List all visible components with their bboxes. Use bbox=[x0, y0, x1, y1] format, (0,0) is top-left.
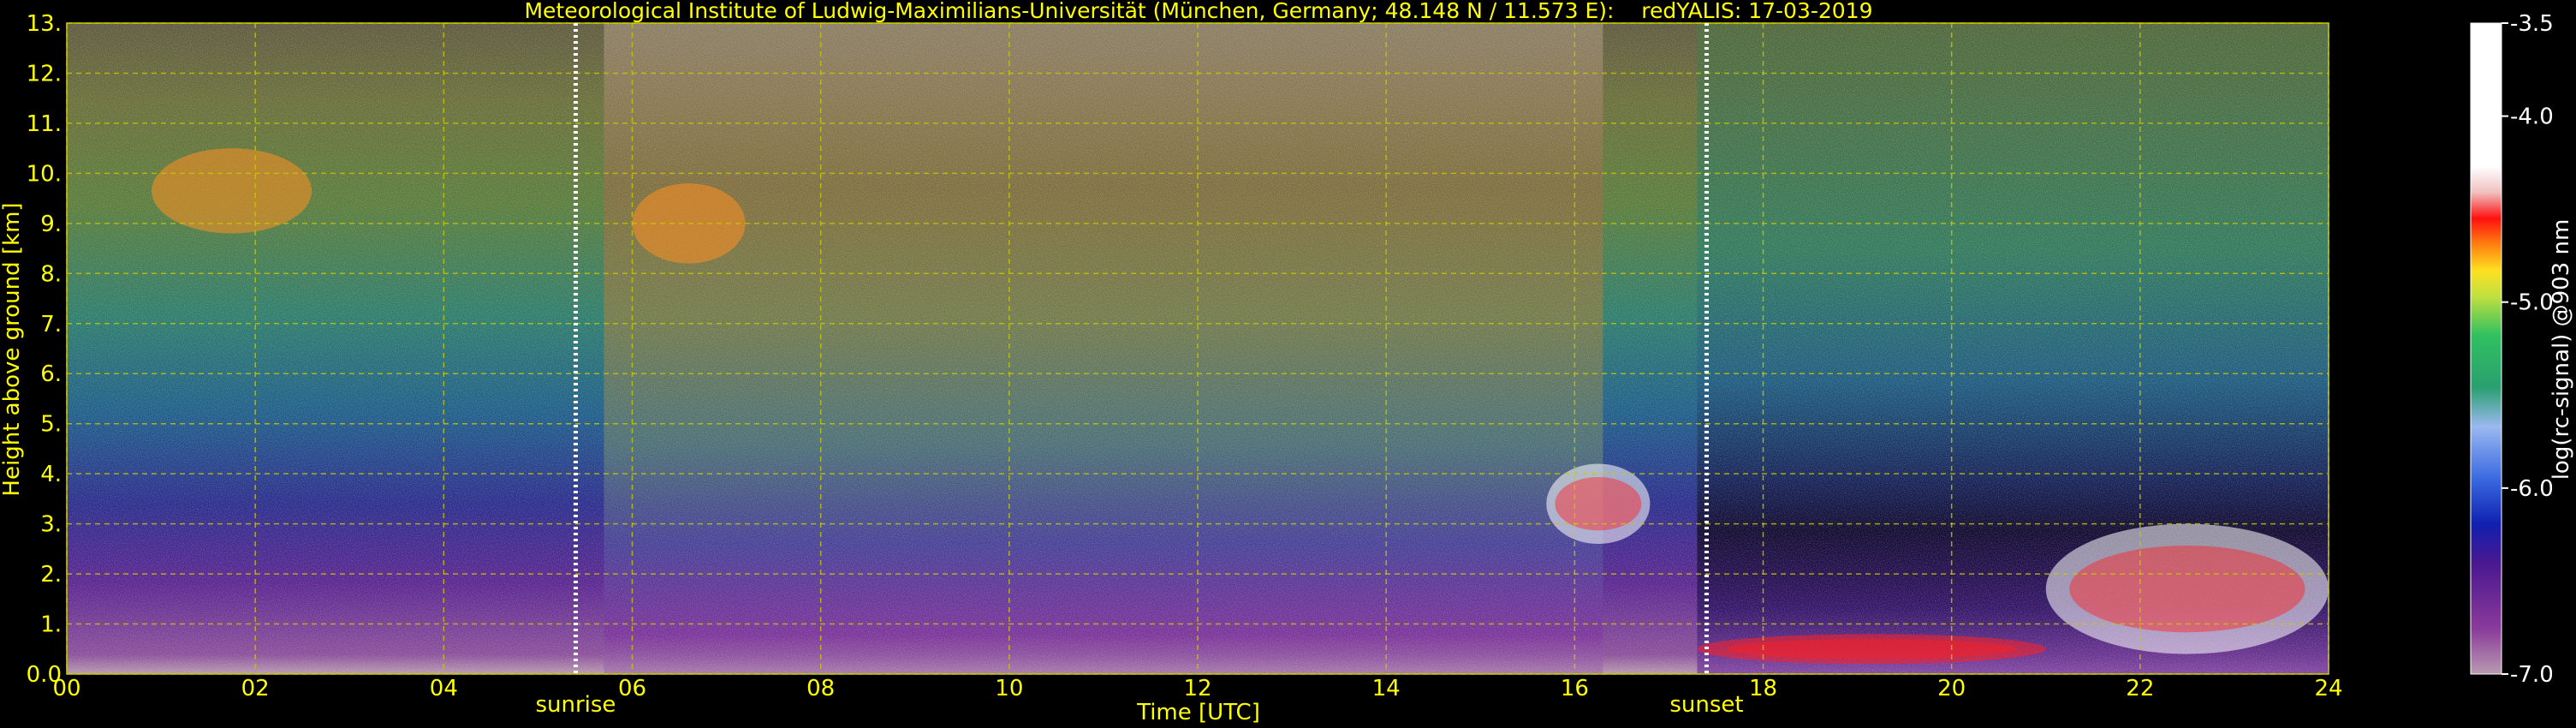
y-tick-label: 4. bbox=[40, 462, 62, 487]
y-tick-label: 12. bbox=[27, 61, 62, 87]
y-tick-label: 9. bbox=[40, 212, 62, 237]
x-tick-label: 18 bbox=[1749, 676, 1777, 701]
colorbar-tick-label: -3.5 bbox=[2510, 11, 2554, 37]
y-tick-labels: 0.0 1. 2. 3. 4. 5. 6. 7. 8. 9. 10. 11. 12. 13. bbox=[27, 11, 62, 688]
x-tick-label: 16 bbox=[1561, 676, 1589, 701]
y-tick-label: 2. bbox=[40, 562, 62, 588]
feature-body bbox=[152, 148, 312, 234]
y-axis-label: Height above ground [km] bbox=[0, 202, 25, 496]
x-tick-label: 06 bbox=[618, 676, 646, 701]
feature-cirrus-0 bbox=[152, 148, 312, 234]
colorbar-tick-label: -5.0 bbox=[2510, 290, 2554, 316]
y-tick-label: 13. bbox=[27, 11, 62, 37]
feature-core bbox=[1726, 639, 2017, 659]
y-tick-label: 8. bbox=[40, 261, 62, 287]
x-tick-label: 04 bbox=[430, 676, 458, 701]
y-tick-label: 6. bbox=[40, 361, 62, 387]
x-tick-label: 14 bbox=[1372, 676, 1401, 701]
feature-cloud-layer-4 bbox=[2045, 523, 2329, 654]
x-tick-label: 24 bbox=[2314, 676, 2342, 701]
colorbar-gradient bbox=[2470, 22, 2502, 675]
y-tick-label: 0.0 bbox=[27, 662, 62, 688]
y-tick-label: 7. bbox=[40, 312, 62, 337]
x-tick-label: 02 bbox=[241, 676, 270, 701]
colorbar-tick-label: -4.0 bbox=[2510, 104, 2554, 130]
x-tick-label: 20 bbox=[1937, 676, 1966, 701]
y-tick-label: 10. bbox=[27, 161, 62, 187]
x-tick-label: 10 bbox=[995, 676, 1023, 701]
annotation-label-0: sunrise bbox=[535, 692, 616, 718]
colorbar-tick-label: -6.0 bbox=[2510, 476, 2554, 502]
chart-title: Meteorological Institute of Ludwig-Maxim… bbox=[524, 0, 1872, 23]
x-axis-label: Time [UTC] bbox=[1136, 700, 1260, 725]
x-tick-labels: 00 02 04 06 08 10 12 14 16 18 20 22 24 bbox=[52, 676, 2342, 701]
colorbar-tick-label: -7.0 bbox=[2510, 662, 2554, 688]
x-tick-label: 08 bbox=[806, 676, 835, 701]
y-tick-label: 11. bbox=[27, 111, 62, 137]
feature-core bbox=[2069, 545, 2305, 633]
feature-core bbox=[1555, 477, 1642, 531]
x-tick-label: 12 bbox=[1183, 676, 1211, 701]
lidar-chart: 00 02 04 06 08 10 12 14 16 18 20 22 24 0.01.2.3.4.5.… bbox=[0, 0, 2574, 725]
colorbar-ticks: -3.5 -4.0 -5.0 -6.0 -7.0 bbox=[2502, 11, 2554, 688]
y-tick-label: 1. bbox=[40, 612, 62, 638]
y-tick-label: 3. bbox=[40, 512, 62, 538]
y-tick-label: 5. bbox=[40, 412, 62, 438]
annotation-label-1: sunset bbox=[1669, 692, 1743, 718]
x-tick-label: 22 bbox=[2126, 676, 2154, 701]
colorbar-label: log(rc-signal) @903 nm bbox=[2549, 219, 2574, 480]
feature-nocturnal-layer-3 bbox=[1697, 634, 2046, 665]
colorbar: -3.5 -4.0 -5.0 -6.0 -7.0 log(rc-signal) @903… bbox=[2470, 11, 2574, 688]
feature-cloud-layer-2 bbox=[1546, 463, 1651, 544]
